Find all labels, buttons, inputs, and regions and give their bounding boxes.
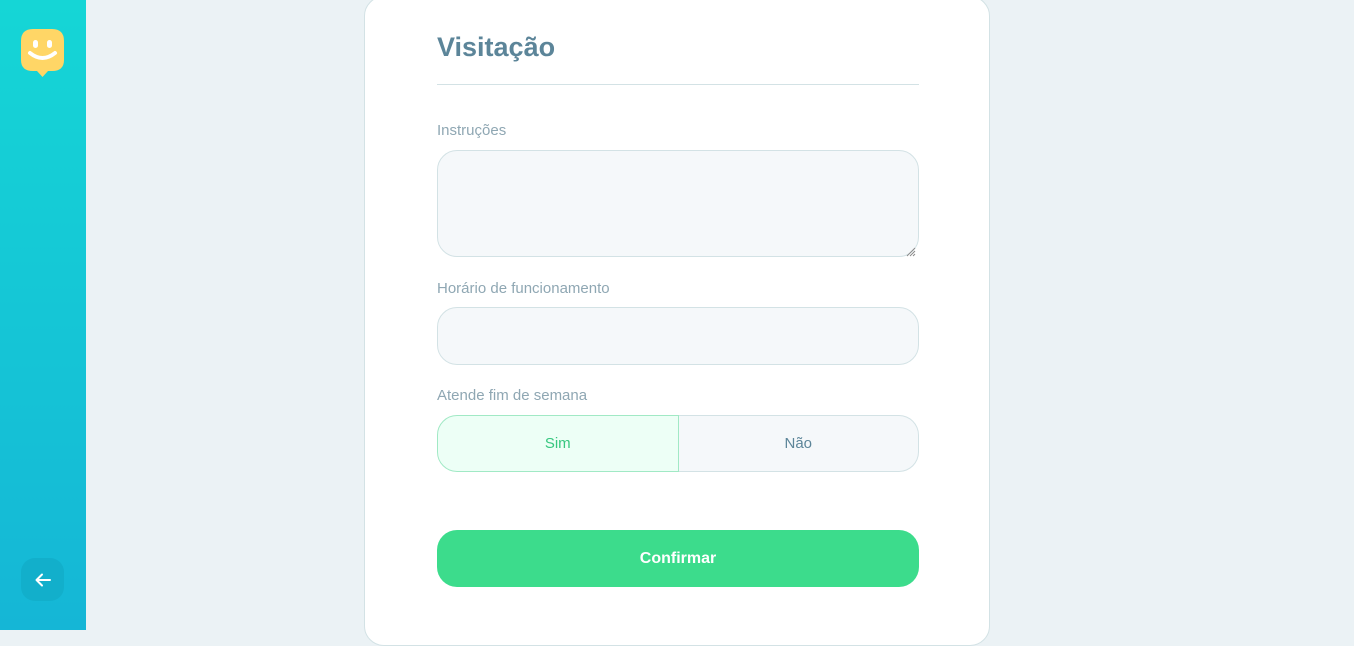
weekends-no-button[interactable]: Não (678, 415, 919, 472)
weekends-yes-button[interactable]: Sim (437, 415, 679, 472)
opening-hours-label: Horário de funcionamento (437, 280, 610, 297)
form-card: Visitação Instruções Horário de funciona… (364, 0, 990, 646)
instructions-label: Instruções (437, 122, 507, 139)
title-divider (437, 84, 919, 85)
sidebar (0, 0, 86, 630)
resize-handle-icon[interactable] (906, 244, 916, 257)
instructions-textarea[interactable] (437, 150, 919, 257)
weekends-toggle: Sim Não (437, 415, 919, 472)
smiley-marker-icon (21, 29, 64, 77)
page-title: Visitação (437, 32, 556, 62)
arrow-left-icon (34, 571, 52, 589)
back-button[interactable] (21, 558, 64, 601)
opening-hours-input[interactable] (437, 307, 919, 365)
weekends-label: Atende fim de semana (437, 387, 588, 404)
confirm-button[interactable]: Confirmar (437, 530, 919, 587)
